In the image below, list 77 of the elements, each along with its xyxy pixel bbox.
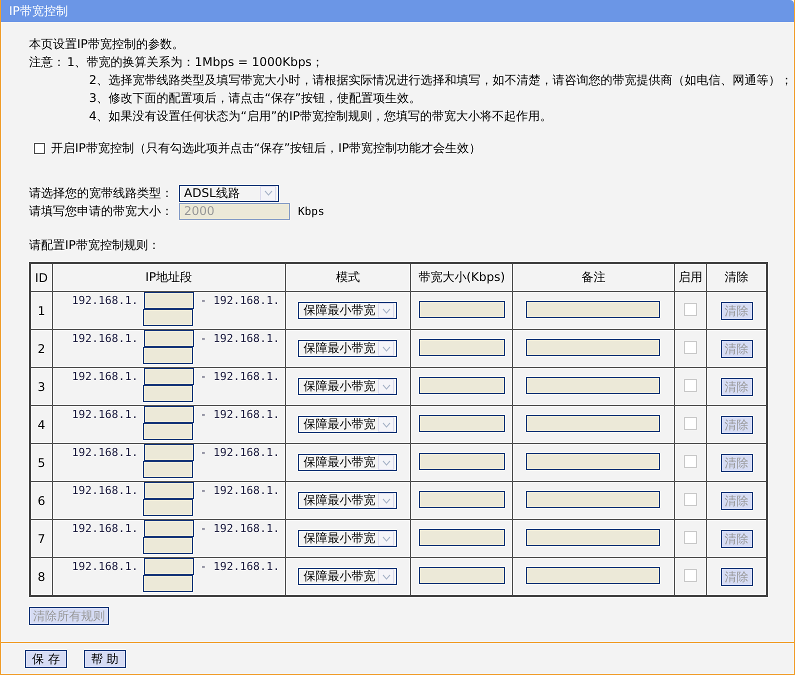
column-header: 启用 [674, 263, 707, 292]
note-field[interactable] [526, 376, 660, 394]
ip-prefix: 192.168.1. [72, 294, 138, 307]
ip-prefix: 192.168.1. [72, 484, 138, 497]
id-cell: 6 [30, 482, 52, 520]
note-text: 1、带宽的换算关系为：1Mbps = 1000Kbps； [67, 54, 325, 71]
note-text: 2、选择宽带线路类型及填写带宽大小时，请根据实际情况进行选择和填写，如不清楚，请咨询您的带宽提供商（如电信、网通等）； [88, 72, 793, 89]
ip-end-field[interactable] [142, 385, 193, 402]
ip-start-field[interactable] [144, 520, 194, 537]
unit-label: Kbps [298, 204, 324, 218]
ip-prefix: 192.168.1. [72, 560, 138, 573]
id-cell: 1 [30, 292, 52, 330]
bandwidth-field[interactable] [418, 528, 505, 546]
note-text: 4、如果没有设置任何状态为“启用”的IP带宽控制规则，您填写的带宽大小将不起作用。 [88, 108, 553, 125]
note-field[interactable] [526, 452, 660, 470]
line-type-select[interactable]: ADSL线路 [179, 184, 279, 202]
ip-start-field[interactable] [144, 558, 194, 575]
bandwidth-field[interactable] [418, 452, 505, 470]
ip-prefix: - 192.168.1. [200, 560, 280, 573]
ip-prefix: - 192.168.1. [200, 294, 280, 307]
enable-checkbox[interactable] [34, 143, 45, 154]
ip-end-field[interactable] [142, 537, 193, 554]
ip-start-field[interactable] [144, 292, 194, 309]
column-header: 备注 [512, 263, 674, 292]
note-field[interactable] [526, 566, 660, 584]
ip-start-field[interactable] [144, 330, 194, 347]
bandwidth-field[interactable] [418, 566, 505, 584]
ip-prefix: 192.168.1. [72, 332, 138, 345]
column-header: 带宽大小(Kbps) [410, 263, 513, 292]
bandwidth-label: 请填写您申请的带宽大小： [29, 202, 174, 220]
bandwidth-field[interactable] [418, 414, 505, 432]
ip-prefix: - 192.168.1. [200, 484, 280, 497]
ip-end-field[interactable] [142, 575, 193, 592]
note-field[interactable] [526, 490, 660, 508]
id-cell: 4 [30, 406, 52, 444]
line-type-label: 请选择您的宽带线路类型： [29, 184, 174, 202]
ip-end-field[interactable] [142, 347, 193, 364]
ip-prefix: 192.168.1. [72, 446, 138, 459]
note-field[interactable] [526, 414, 660, 432]
id-cell: 5 [30, 444, 52, 482]
column-header: ID [30, 263, 52, 292]
ip-start-field[interactable] [144, 444, 194, 461]
bandwidth-field[interactable] [418, 338, 505, 356]
note-text: 3、修改下面的配置项后，请点击“保存”按钮，使配置项生效。 [88, 90, 422, 107]
ip-prefix: 192.168.1. [72, 408, 138, 421]
id-cell: 2 [30, 330, 52, 368]
ip-prefix: 192.168.1. [72, 370, 138, 383]
ip-prefix: - 192.168.1. [200, 370, 280, 383]
column-header: 模式 [285, 263, 411, 292]
id-cell: 7 [30, 520, 52, 558]
note-field[interactable] [526, 300, 660, 318]
ip-start-field[interactable] [144, 406, 194, 423]
ip-prefix: - 192.168.1. [200, 332, 280, 345]
ip-end-field[interactable] [142, 499, 193, 516]
bandwidth-field[interactable] [418, 376, 505, 394]
ip-prefix: 192.168.1. [72, 522, 138, 535]
window-title: IP带宽控制 [1, 0, 794, 22]
ip-start-field[interactable] [144, 482, 194, 499]
ip-prefix: - 192.168.1. [200, 522, 280, 535]
ip-end-field[interactable] [142, 423, 193, 440]
note-field[interactable] [526, 338, 660, 356]
ip-start-field[interactable] [144, 368, 194, 385]
column-header: IP地址段 [52, 263, 286, 292]
ip-end-field[interactable] [142, 461, 193, 478]
enable-label: 开启IP带宽控制（只有勾选此项并点击“保存”按钮后，IP带宽控制功能才会生效） [51, 140, 481, 157]
bandwidth-field[interactable] [418, 300, 505, 318]
id-cell: 3 [30, 368, 52, 406]
bandwidth-field[interactable] [418, 490, 505, 508]
note-field[interactable] [526, 528, 660, 546]
rules-label: 请配置IP带宽控制规则： [29, 237, 161, 254]
help-button[interactable]: 帮 助 [84, 650, 126, 668]
ip-end-field[interactable] [142, 309, 193, 326]
save-button[interactable]: 保 存 [25, 650, 67, 668]
ip-prefix: - 192.168.1. [200, 446, 280, 459]
ip-prefix: - 192.168.1. [200, 408, 280, 421]
notes-label: 注意： [29, 54, 65, 71]
intro-text: 本页设置IP带宽控制的参数。 [29, 36, 185, 53]
